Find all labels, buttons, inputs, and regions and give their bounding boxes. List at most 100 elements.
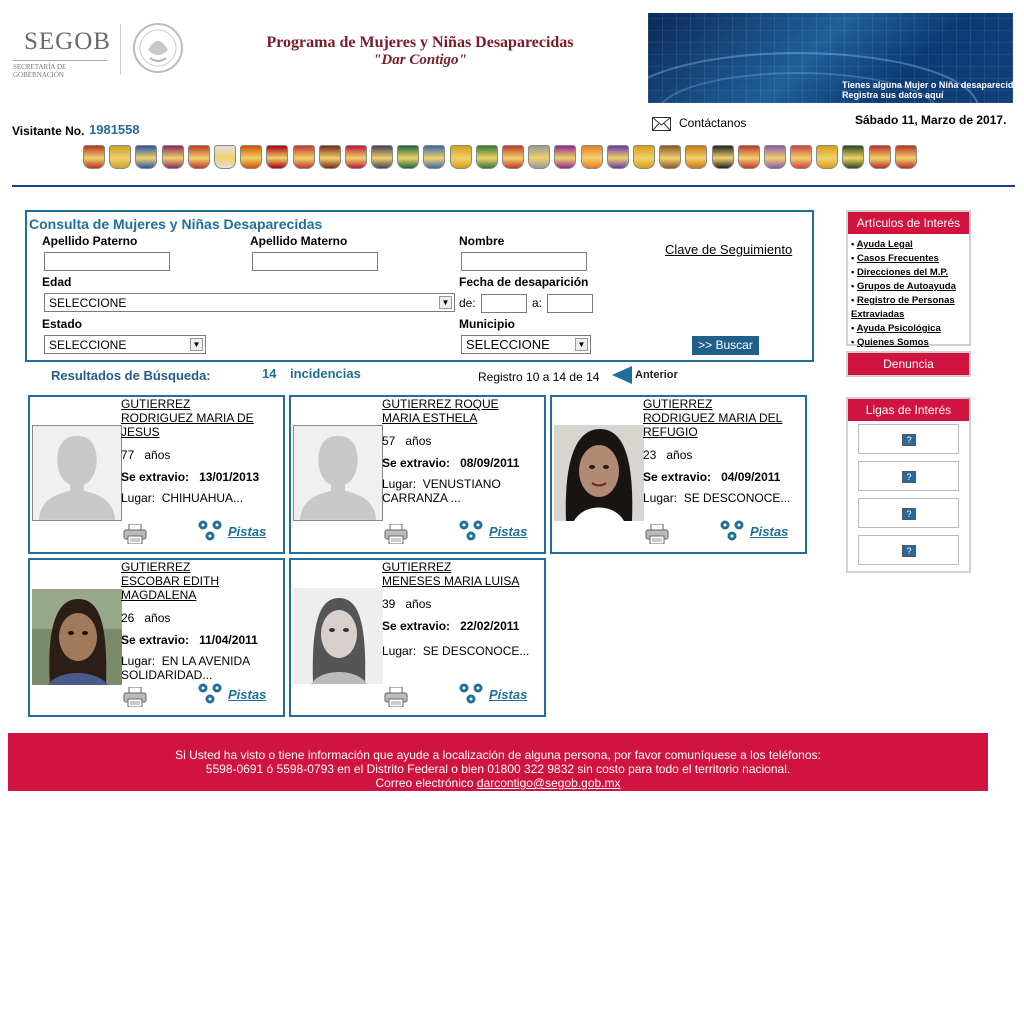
state-shield-icon[interactable] [580,145,603,169]
state-shield-icon[interactable] [423,145,446,169]
state-shield-icon[interactable] [109,145,132,169]
clave-seguimiento-link[interactable]: Clave de Seguimiento [665,242,792,257]
denuncia-button[interactable]: Denuncia [846,351,971,377]
fecha-a-input[interactable] [547,294,593,313]
pistas-link[interactable]: Pistas [459,520,527,542]
estado-select[interactable]: SELECCIONE ▼ [44,335,206,354]
state-shield-icon[interactable] [554,145,577,169]
person-location: Lugar: EN LA AVENIDA SOLIDARIDAD... [121,654,251,682]
state-shield-icon[interactable] [266,145,289,169]
anterior-label: Anterior [635,369,678,381]
person-photo [32,589,122,685]
program-title: Programa de Mujeres y Niñas Desaparecida… [266,34,574,51]
person-location: Lugar: CHIHUAHUA... [121,491,244,505]
state-shield-icon[interactable] [894,145,917,169]
printer-icon[interactable] [123,524,147,544]
person-missing-date: Se extravio: 11/04/2011 [121,633,258,647]
articulo-link[interactable]: • Grupos de Autoayuda [851,280,966,294]
nombre-input[interactable] [461,252,587,271]
state-shield-icon[interactable] [318,145,341,169]
state-shield-icon[interactable] [659,145,682,169]
edad-label: Edad [42,275,72,289]
state-shield-icon[interactable] [83,145,105,169]
state-shield-icon[interactable] [475,145,498,169]
state-shield-icon[interactable] [371,145,394,169]
liga-link-1[interactable]: ? [858,424,959,454]
articulo-link[interactable]: • Direcciones del M.P. [851,266,966,280]
header-divider [12,185,1015,187]
state-shield-icon[interactable] [606,145,629,169]
chevron-down-icon: ▼ [575,338,588,351]
state-shield-icon[interactable] [685,145,708,169]
printer-icon[interactable] [123,687,147,707]
apellido-paterno-input[interactable] [44,252,170,271]
apellido-materno-input[interactable] [252,252,378,271]
state-shield-icon[interactable] [632,145,655,169]
articulo-link[interactable]: • Registro de Personas Extraviadas [851,294,966,322]
anterior-link[interactable]: Anterior [612,366,678,384]
fecha-de-input[interactable] [481,294,527,313]
state-shield-icon[interactable] [737,145,760,169]
pistas-label: Pistas [228,523,267,539]
buscar-button[interactable]: >> Buscar [692,336,759,355]
person-name-line: REFUGIO [643,425,698,439]
person-name-link[interactable]: GUTIERREZ ESCOBAR EDITH MAGDALENA [121,560,285,602]
state-shield-icon[interactable] [790,145,813,169]
person-name-link[interactable]: GUTIERREZ MENESES MARIA LUISA [382,560,546,588]
person-name-link[interactable]: GUTIERREZ RODRIGUEZ MARIA DE JESUS [121,397,285,439]
state-shield-icon[interactable] [816,145,839,169]
state-shield-icon[interactable] [502,145,524,169]
articulo-label: Direcciones del M.P. [856,267,949,278]
state-shield-icon[interactable] [868,145,891,169]
pistas-link[interactable]: Pistas [198,520,266,542]
search-form-title: Consulta de Mujeres y Niñas Desaparecida… [29,216,323,232]
person-name-line: GUTIERREZ [643,397,713,411]
envelope-icon [652,116,671,131]
liga-link-2[interactable]: ? [858,461,959,491]
footer-email-link[interactable]: darcontigo@segob.gob.mx [477,776,621,790]
articulo-link[interactable]: • Ayuda Psicológica [851,322,966,336]
person-silhouette-icon [32,425,122,521]
contact-link[interactable]: Contáctanos [652,116,746,131]
edad-select[interactable]: SELECCIONE ▼ [44,293,455,312]
printer-icon[interactable] [645,524,669,544]
state-shield-icon[interactable] [135,145,158,169]
fecha-label: Fecha de desaparición [459,275,589,289]
printer-icon[interactable] [384,524,408,544]
articulo-link[interactable]: • Casos Frecuentes [851,252,966,266]
pistas-link[interactable]: Pistas [459,683,527,705]
person-name-link[interactable]: GUTIERREZ RODRIGUEZ MARIA DEL REFUGIO [643,397,807,439]
person-missing-date: Se extravio: 13/01/2013 [121,470,260,484]
municipio-select-value: SELECCIONE [466,337,550,352]
liga-link-3[interactable]: ? [858,498,959,528]
state-shield-icon[interactable] [397,145,420,169]
state-shield-icon[interactable] [449,145,472,169]
result-card: GUTIERREZ RODRIGUEZ MARIA DEL REFUGIO 23 a… [550,395,807,554]
state-shield-icon[interactable] [240,145,263,169]
state-shield-icon[interactable] [842,145,865,169]
state-shield-icon[interactable] [292,145,315,169]
municipio-select[interactable]: SELECCIONE ▼ [461,335,591,354]
contact-label: Contáctanos [679,116,747,130]
apellido-materno-label: Apellido Materno [250,234,348,248]
articulo-label: Grupos de Autoayuda [856,281,956,292]
person-name-link[interactable]: GUTIERREZ ROQUE MARIA ESTHELA [382,397,546,425]
person-name-line: GUTIERREZ [121,560,191,574]
liga-link-4[interactable]: ? [858,535,959,565]
pistas-link[interactable]: Pistas [198,683,266,705]
pistas-icon [720,520,744,541]
state-shield-icon[interactable] [213,145,236,169]
articulo-link[interactable]: • Quienes Somos [851,336,966,350]
state-shield-icon[interactable] [187,145,210,169]
state-shield-icon[interactable] [528,145,551,169]
person-name-line: RODRIGUEZ MARIA DEL [643,411,783,425]
printer-icon[interactable] [384,687,408,707]
state-shield-icon[interactable] [711,145,734,169]
pistas-icon [459,683,483,704]
state-shield-icon[interactable] [763,145,786,169]
articulo-link[interactable]: • Ayuda Legal [851,238,966,252]
state-shield-icon[interactable] [344,145,367,169]
pistas-link[interactable]: Pistas [720,520,788,542]
state-shield-icon[interactable] [161,145,184,169]
person-location: Lugar: VENUSTIANO CARRANZA ... [382,477,501,505]
